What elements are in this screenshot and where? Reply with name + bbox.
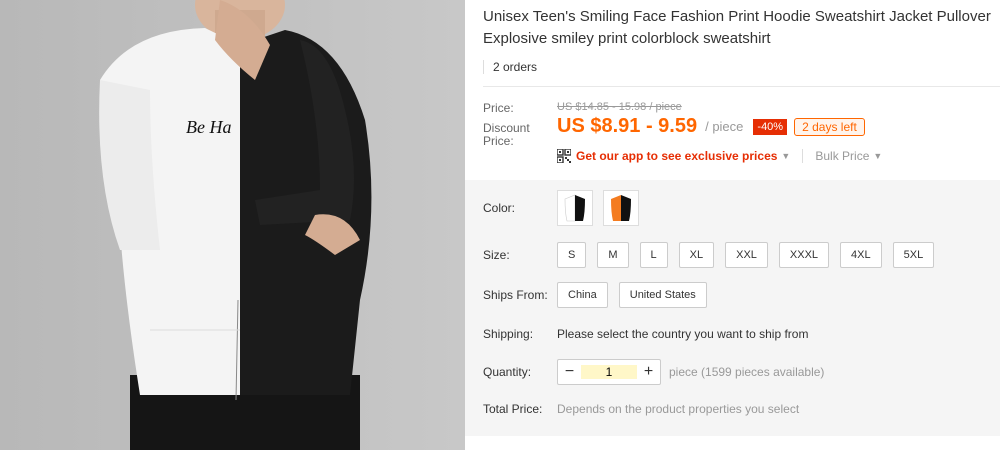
size-option-xxl[interactable]: XXL [725,242,768,268]
size-option-xxxl[interactable]: XXXL [778,242,830,268]
ships-from-label: Ships From: [483,288,548,302]
per-piece-label: / piece [705,119,744,134]
color-swatch-black-white[interactable] [557,190,593,226]
total-price-label: Total Price: [483,402,543,416]
discount-price-row: US $8.91 - 9.59 / piece -40% 2 days left [557,115,865,138]
total-price-row: Total Price: Depends on the product prop… [483,402,799,416]
size-option-5xl[interactable]: 5XL [892,242,935,268]
color-swatch-orange-black[interactable] [603,190,639,226]
app-promo-row: Get our app to see exclusive prices ▼ Bu… [557,149,882,163]
hoodie-print-text: Be Ha [186,117,231,137]
shipping-label: Shipping: [483,327,534,341]
hoodie-thumbnail-icon [611,195,631,221]
quantity-decrease-button[interactable]: − [558,363,581,381]
quantity-input[interactable] [581,365,637,379]
discount-price-value: US $8.91 - 9.59 [557,115,698,137]
qr-code-icon [557,149,571,163]
orders-count[interactable]: 2 orders [493,60,537,74]
discount-percent-badge: -40% [753,118,788,135]
days-left-badge: 2 days left [794,117,865,136]
color-label: Color: [483,201,516,215]
shipping-row: Shipping: Please select the country you … [483,327,808,341]
ships-from-china[interactable]: China [557,282,608,308]
quantity-available: piece (1599 pieces available) [669,365,825,379]
quantity-stepper: − + [557,359,661,385]
ships-from-row: Ships From: China United States [483,282,718,308]
chevron-down-icon[interactable]: ▼ [781,151,790,161]
orders-count-row: 2 orders [483,55,1000,79]
bulk-price-dropdown[interactable]: Bulk Price [815,149,869,163]
chevron-down-icon[interactable]: ▼ [873,151,882,161]
price-block: Price: US $14.85 - 15.98 / piece Discoun… [483,87,1000,173]
original-price: US $14.85 - 15.98 / piece [557,101,682,113]
quantity-increase-button[interactable]: + [637,363,660,381]
size-option-xl[interactable]: XL [678,242,715,268]
discount-price-label: Discount Price: [483,121,530,148]
size-row: Size: S M L XL XXL XXXL 4XL 5XL [483,242,945,268]
size-option-m[interactable]: M [597,242,629,268]
size-option-4xl[interactable]: 4XL [840,242,882,268]
product-detail-panel: Unisex Teen's Smiling Face Fashion Print… [465,0,1000,450]
hoodie-thumbnail-icon [564,194,585,222]
size-label: Size: [483,248,510,262]
orders-divider [483,60,484,74]
size-option-l[interactable]: L [639,242,668,268]
color-row: Color: [483,190,649,226]
app-promo-link[interactable]: Get our app to see exclusive prices [576,149,777,163]
product-title: Unisex Teen's Smiling Face Fashion Print… [483,8,991,47]
total-price-text: Depends on the product properties you se… [557,402,800,416]
shipping-text: Please select the country you want to sh… [557,327,809,341]
promo-divider [802,149,804,163]
product-image[interactable]: Be Ha [0,0,465,450]
quantity-label: Quantity: [483,365,532,379]
price-label: Price: [483,101,514,115]
quantity-row: Quantity: − + piece (1599 pieces availab… [483,359,824,385]
ships-from-united-states[interactable]: United States [618,282,707,308]
size-option-s[interactable]: S [557,242,587,268]
